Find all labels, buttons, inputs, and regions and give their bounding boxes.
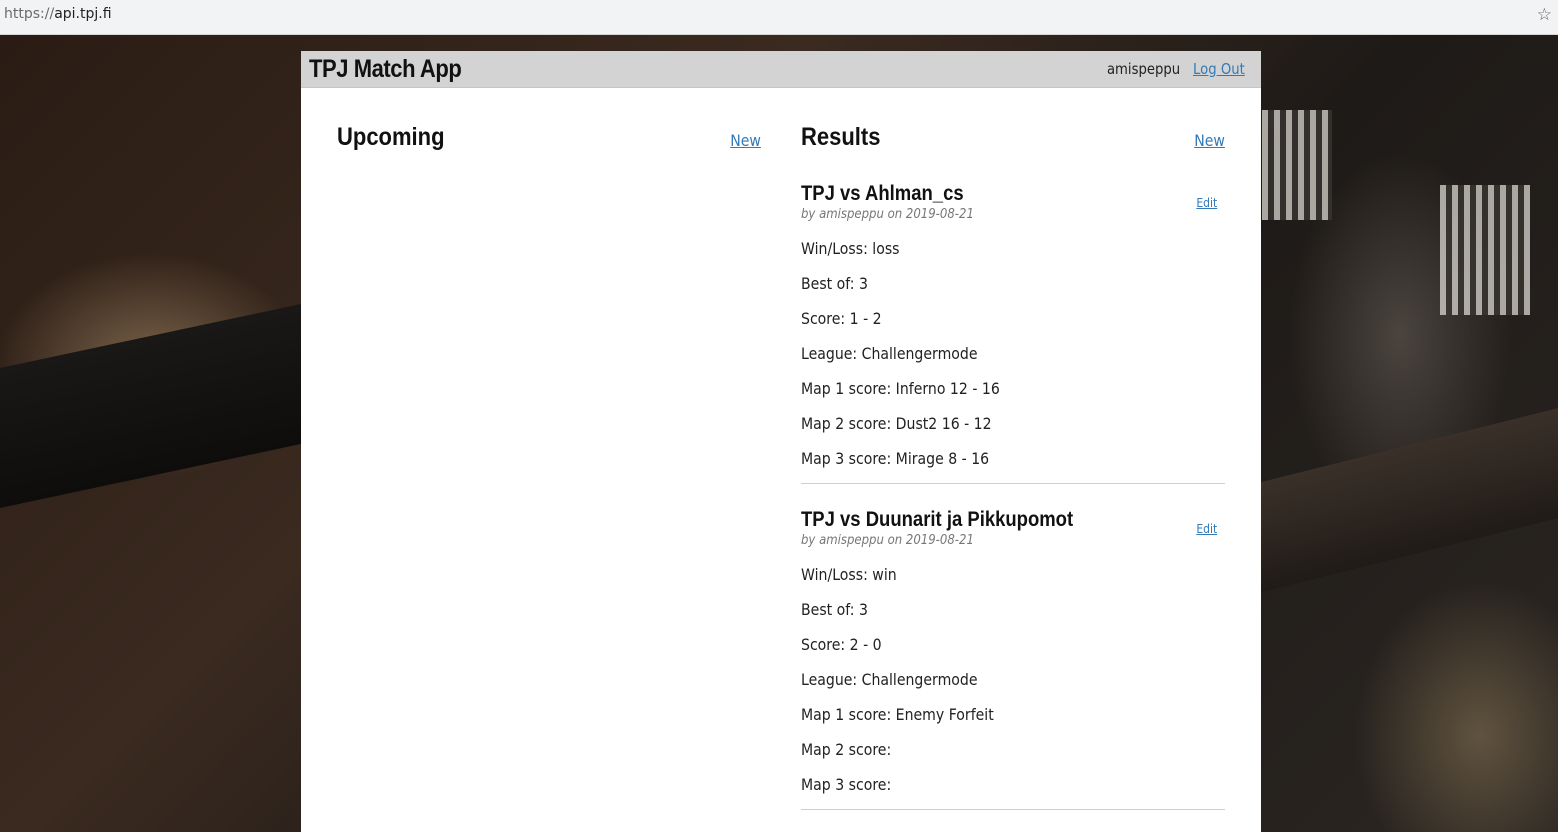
username: amispeppu <box>1106 60 1180 78</box>
match-field: Best of: 3 <box>801 600 1174 635</box>
url-field[interactable]: https://api.tpj.fi <box>4 6 112 22</box>
match-title: TPJ vs Duunarit ja Pikkupomot <box>801 508 1074 531</box>
field-label: Map 1 score: <box>801 379 892 398</box>
match-field: League: Challengermode <box>801 344 1174 379</box>
field-value: Challengermode <box>861 670 978 689</box>
match-field: Map 3 score: <box>801 775 1174 795</box>
field-label: League: <box>801 670 858 689</box>
field-value: 3 <box>858 274 868 293</box>
field-value: win <box>872 565 897 584</box>
browser-address-bar: https://api.tpj.fi ☆ <box>0 0 1558 35</box>
match-fields: Win/Loss: loss Best of: 3 Score: 1 - 2 L… <box>801 223 1225 469</box>
match-fields: Win/Loss: win Best of: 3 Score: 2 - 0 Le… <box>801 549 1225 795</box>
background-window <box>1262 110 1332 220</box>
match-meta: by amispeppu on 2019-08-21 <box>801 207 974 222</box>
field-label: Score: <box>801 635 846 654</box>
field-value: Dust2 16 - 12 <box>895 414 992 433</box>
match-card: TPJ vs Duunarit ja Pikkupomot by amispep… <box>801 508 1225 810</box>
match-card: TPJ vs Ahlman_cs by amispeppu on 2019-08… <box>801 182 1225 484</box>
field-label: Score: <box>801 309 846 328</box>
url-host: api.tpj.fi <box>54 6 112 22</box>
field-value: 1 - 2 <box>849 309 882 328</box>
match-field: Win/Loss: loss <box>801 239 1174 274</box>
field-label: Map 3 score: <box>801 449 892 468</box>
match-field: Map 1 score: Enemy Forfeit <box>801 705 1174 740</box>
field-value: Challengermode <box>861 344 978 363</box>
field-value: Enemy Forfeit <box>895 705 994 724</box>
match-field: Score: 2 - 0 <box>801 635 1174 670</box>
upcoming-heading: Upcoming <box>337 123 445 151</box>
star-icon[interactable]: ☆ <box>1537 5 1552 25</box>
background-beam <box>0 302 310 508</box>
match-field: Win/Loss: win <box>801 565 1174 600</box>
url-scheme: https:// <box>4 6 55 22</box>
new-upcoming-link[interactable]: New <box>730 131 761 150</box>
match-field: Best of: 3 <box>801 274 1174 309</box>
field-value: 3 <box>858 600 868 619</box>
match-field: Map 2 score: Dust2 16 - 12 <box>801 414 1174 449</box>
field-label: Map 2 score: <box>801 740 892 759</box>
match-field: Score: 1 - 2 <box>801 309 1174 344</box>
field-label: Win/Loss: <box>801 565 868 584</box>
match-meta: by amispeppu on 2019-08-21 <box>801 533 974 548</box>
field-label: Best of: <box>801 600 855 619</box>
upcoming-column: Upcoming New <box>337 123 761 152</box>
results-column: Results New TPJ vs Ahlman_cs by amispepp… <box>801 123 1225 810</box>
app-header: TPJ Match App amispeppu Log Out <box>301 51 1261 88</box>
background-beam <box>1250 405 1558 595</box>
match-title: TPJ vs Ahlman_cs <box>801 182 964 205</box>
new-result-link[interactable]: New <box>1194 131 1225 150</box>
field-label: Map 2 score: <box>801 414 892 433</box>
field-label: Map 3 score: <box>801 775 892 794</box>
edit-link[interactable]: Edit <box>1196 196 1217 210</box>
edit-link[interactable]: Edit <box>1196 522 1217 536</box>
app-panel: TPJ Match App amispeppu Log Out Upcoming… <box>301 51 1261 832</box>
background-window <box>1440 185 1530 315</box>
logout-link[interactable]: Log Out <box>1193 60 1245 78</box>
field-label: Map 1 score: <box>801 705 892 724</box>
match-field: Map 2 score: <box>801 740 1174 775</box>
match-field: Map 1 score: Inferno 12 - 16 <box>801 379 1174 414</box>
field-label: Best of: <box>801 274 855 293</box>
field-label: Win/Loss: <box>801 239 868 258</box>
field-value: Mirage 8 - 16 <box>895 449 990 468</box>
field-value: Inferno 12 - 16 <box>895 379 1000 398</box>
app-title: TPJ Match App <box>309 55 462 83</box>
results-heading: Results <box>801 123 881 151</box>
field-label: League: <box>801 344 858 363</box>
field-value: loss <box>872 239 900 258</box>
match-field: Map 3 score: Mirage 8 - 16 <box>801 449 1174 469</box>
match-field: League: Challengermode <box>801 670 1174 705</box>
field-value: 2 - 0 <box>849 635 882 654</box>
